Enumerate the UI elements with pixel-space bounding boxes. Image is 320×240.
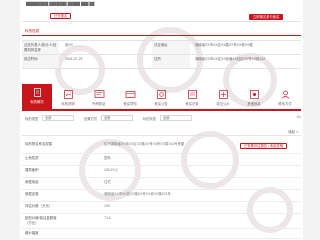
- info-icon: [249, 90, 259, 99]
- tab-contact[interactable]: 联系方式: [270, 86, 300, 110]
- info-value: 湖南省XX市XX区XX街道XX社区XX号XX组102: [195, 57, 266, 61]
- detail-value: 105.57㎡: [104, 168, 118, 172]
- detail-value: 位于湖南省XX市XX区XX路XX号XX栋XX楼102号房屋: [104, 142, 185, 146]
- detail-label: 增价幅度: [25, 231, 39, 235]
- pagination[interactable]: 1/1: [296, 115, 301, 119]
- detail-row: 土地性质 国有: [22, 154, 301, 166]
- detail-label: 房屋坐落: [25, 192, 39, 196]
- tab-label: 竞买须知: [123, 102, 137, 106]
- tab-label: 竞买记录: [185, 102, 199, 106]
- info-value: 湖南省XX市XX区XX路XX号XX栋XX楼: [195, 43, 253, 47]
- tab-ownership[interactable]: 所有权证: [84, 86, 114, 110]
- detail-value: 住宅: [104, 180, 111, 184]
- record-icon: [187, 90, 197, 99]
- detail-value: 73.6: [104, 216, 111, 220]
- detail-label: 土地性质: [25, 156, 39, 160]
- filter-method-select[interactable]: 全部: [101, 115, 133, 121]
- info-grid: 法定代表人/执行人/处置机构名称 张XX 法定地址 湖南省XX市XX区XX路XX…: [22, 40, 301, 69]
- document-icon: [33, 88, 41, 97]
- publicity-icon: [218, 90, 228, 99]
- detail-label: 起拍价格/保证金额度（万元）: [25, 216, 57, 225]
- filter-label-type: 标的类型: [25, 117, 39, 121]
- detail-row: 标的物名称及权属 位于湖南省XX市XX区XX路XX号XX栋XX楼102号房屋 已…: [22, 140, 301, 154]
- tab-label: 联系方式: [278, 102, 292, 106]
- info-value: 2021-07-23: [65, 57, 83, 61]
- detail-value: 国有: [104, 156, 111, 160]
- chart-icon: [63, 90, 73, 99]
- detail-label: 评估价格（万元）: [25, 204, 53, 208]
- tab-label: 成交公示: [216, 102, 230, 106]
- info-label: 法定地址: [152, 41, 190, 54]
- info-row: 法定代表人/执行人/处置机构名称 张XX 法定地址 湖南省XX市XX区XX路XX…: [22, 41, 301, 55]
- detail-value: 湖南省XX市XX区XX路XX号XX栋XX楼102号: [104, 192, 171, 196]
- certificate-icon: [94, 90, 104, 98]
- info-value: 张XX: [65, 43, 73, 47]
- detail-row: 建筑面积 105.57㎡: [22, 166, 301, 178]
- section-title: 标的信息: [22, 28, 301, 36]
- view-report-button[interactable]: 已查看评估报告 / 收起说明: [240, 143, 288, 149]
- announcement-icon: [156, 90, 166, 99]
- detail-label: 房屋用途: [25, 180, 39, 184]
- tab-other-info[interactable]: 其他信息: [239, 86, 269, 110]
- tab-bid-notes[interactable]: 竞买须知: [115, 86, 145, 110]
- filter-type-select[interactable]: 全部: [42, 115, 74, 121]
- register-bid-button[interactable]: 立即报名参与竞买: [249, 14, 284, 20]
- info-label: 法定代表人/执行人/处置机构名称: [22, 41, 59, 54]
- tab-label: 标的说明: [61, 102, 75, 106]
- collapse-row: 收起 ∧: [22, 128, 301, 136]
- tab-overview[interactable]: 标的概况: [22, 84, 52, 111]
- detail-label: 标的物名称及权属: [25, 142, 53, 146]
- detail-row: 增价幅度: [22, 229, 301, 239]
- section-title-text: 标的信息: [25, 29, 40, 33]
- tab-label: 其他信息: [247, 102, 261, 106]
- tab-deal-publicity[interactable]: 成交公示: [208, 86, 238, 110]
- filter-label-method: 处置方式: [84, 117, 98, 121]
- filter-status-select[interactable]: 全部: [160, 115, 192, 121]
- detail-table: 标的物名称及权属 位于湖南省XX市XX区XX路XX号XX栋XX楼102号房屋 已…: [22, 140, 301, 239]
- tab-label: 所有权证: [92, 102, 106, 106]
- notice-icon: [125, 91, 135, 98]
- filter-label-status: 标的状态: [143, 117, 157, 121]
- detail-value: 105: [104, 204, 110, 208]
- tab-label: 标的概况: [30, 100, 44, 104]
- detail-row: 起拍价格/保证金额度（万元） 73.6: [22, 214, 301, 229]
- info-label: 成交时间: [22, 55, 59, 68]
- tab-bar: 标的概况 标的说明 所有权证 竞买须知 竞买公告 竞买记录 成交公示 其他信息: [22, 84, 301, 111]
- info-label: 住所: [152, 55, 190, 68]
- tab-description[interactable]: 标的说明: [53, 86, 83, 110]
- tab-label: 竞买公告: [154, 102, 168, 106]
- collapse-button[interactable]: 收起 ∧: [288, 129, 299, 134]
- tab-bid-announcement[interactable]: 竞买公告: [146, 86, 176, 110]
- detail-row: 评估价格（万元） 105: [22, 202, 301, 214]
- page: █████████ ███████ █████ ███ ██ 已在报名 立即报名…: [20, 0, 303, 240]
- info-row: 成交时间 2021-07-23 住所 湖南省XX市XX区XX街道XX社区XX号X…: [22, 55, 301, 69]
- tab-bid-record[interactable]: 竞买记录: [177, 86, 207, 110]
- registered-button[interactable]: 已在报名: [50, 13, 72, 19]
- detail-row: 房屋用途 住宅: [22, 178, 301, 190]
- detail-row: 房屋坐落 湖南省XX市XX区XX路XX号XX栋XX楼102号: [22, 190, 301, 202]
- top-summary: █████████ ███████ █████ ███ ██: [26, 2, 95, 6]
- contact-icon: [281, 90, 289, 99]
- filter-row: 标的类型 全部 处置方式 全部 标的状态 全部 1/1: [22, 114, 301, 122]
- detail-label: 建筑面积: [25, 168, 39, 172]
- top-card: █████████ ███████ █████ ███ ██ 已在报名 立即报名…: [22, 0, 301, 22]
